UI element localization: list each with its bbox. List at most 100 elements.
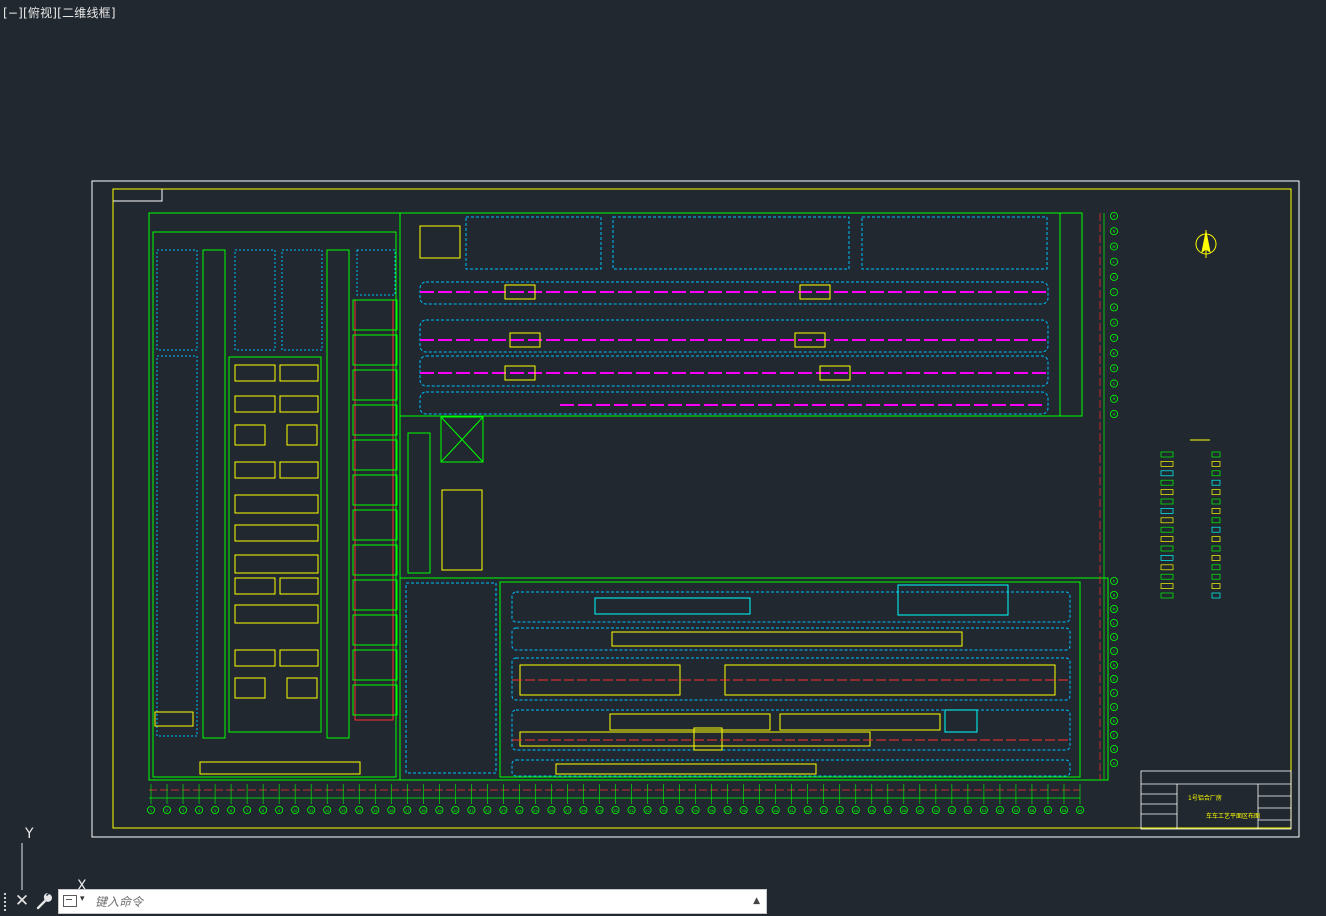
recent-commands-dropdown-icon[interactable]: ▾ [80,894,85,904]
frame-corner-tab [113,189,163,202]
axis-bubble-label: 32 [645,809,649,813]
axis-bubble-label: 42 [805,809,809,813]
legend-symbol [1211,564,1221,571]
title-block-drawing-name: 车车工艺平面区布图 [1206,812,1260,820]
axis-bubble-label: J [1112,649,1114,653]
legend-symbol [1160,517,1174,524]
axis-bubble-label: 45 [854,809,858,813]
axis-bubble-label: 53 [982,809,986,813]
axis-bubble-label: 55 [1014,809,1018,813]
axis-bubble-label: 24 [517,809,522,813]
command-input[interactable] [95,892,735,911]
top-hall-rooms [419,216,1049,415]
axis-bubble-label: 48 [902,809,906,813]
legend-symbol [1160,545,1174,552]
axis-bubble-label: 8 [262,809,264,813]
axis-bubble-label: 15 [373,809,377,813]
legend-symbol [1211,536,1221,542]
axis-bubble-label: K [1113,275,1116,279]
axis-bubble-label: J [1112,291,1114,295]
legend-symbol [1211,583,1221,589]
axis-bubble-label: 16 [389,809,393,813]
bottom-hall-equipment [519,631,1056,775]
left-hall-bays [352,299,484,716]
axis-bubble-label: 22 [485,809,489,813]
axis-bubble-label: H [1113,663,1116,667]
axis-bubble-label: F [1113,691,1115,695]
legend-symbol [1160,489,1174,495]
axis-bubble-label: N [1113,230,1116,234]
axis-bubble-label: 31 [629,809,633,813]
title-block-project: 1号铝合厂房 [1188,794,1222,802]
axis-bubble-label: 59 [1078,809,1082,813]
axis-bubble-label: 6 [230,809,232,813]
axis-bubble-label: L [1113,260,1115,264]
axis-bubble-label: 4 [198,809,201,813]
legend-symbol [1211,498,1221,505]
legend-symbol [1160,470,1174,477]
left-hall [148,212,431,781]
axis-bubble-label: B [1113,747,1116,751]
axis-bubble-label: 39 [757,809,761,813]
axis-bubble-label: 23 [501,809,505,813]
axis-bubble-label: 26 [549,809,553,813]
legend-symbol [1211,517,1221,524]
axis-grid [149,213,1101,791]
legend-symbol [1211,461,1221,467]
left-hall-cells [156,249,396,737]
axis-bubble-label: 50 [934,809,938,813]
axis-bubble-label: 3 [182,809,184,813]
axis-bubble-label: 51 [950,809,954,813]
legend-symbol [1160,555,1174,561]
axis-bubble-label: 40 [773,809,777,813]
legend-symbol [1160,573,1174,580]
close-command-line-button[interactable]: ✕ [12,890,32,912]
axis-bubble-label: F [1113,336,1115,340]
legend-symbol [1211,451,1221,458]
axis-bubbles-bottom: 1 2 3 4 5 6 7 8 9 10 11 12 13 14 15 16 17 18 19 20 21 22 23 24 2… [146,784,1085,815]
axis-bubble-label: 1 [150,809,152,813]
legend-symbol [1160,536,1174,542]
axis-bubble-label: 12 [325,809,329,813]
axis-bubble-label: K [1113,635,1116,639]
legend-symbol [1211,489,1221,495]
command-input-container: ▾ ▲ [58,889,767,914]
axis-bubble-label: 9 [278,809,280,813]
axis-bubble-label: 57 [1046,809,1050,813]
legend-symbol [1160,508,1174,514]
axis-bubble-label: N [1113,593,1116,597]
axis-bubble-label: L [1113,621,1115,625]
left-hall-equipment [154,364,483,775]
axis-bubble-label: C [1113,382,1116,386]
axis-bubble-label: 20 [453,809,457,813]
legend-symbol [1211,508,1221,514]
legend-symbol [1211,479,1221,486]
axis-bubble-label: A [1113,412,1116,416]
axis-bubble-label: 18 [421,809,425,813]
ucs-y-label: Y [24,826,34,842]
legend-symbol [1160,526,1174,533]
axis-bubble-label: 25 [533,809,537,813]
axis-bubble-label: A [1113,761,1116,765]
axis-bubble-label: 35 [693,809,697,813]
legend-symbol [1160,583,1174,589]
axis-bubble-label: 36 [709,809,713,813]
legend-symbol [1211,573,1221,580]
legend-symbol [1160,564,1174,571]
drawing-canvas[interactable]: 1 2 3 4 5 6 7 8 9 10 11 12 13 14 15 16 17 18 19 20 21 22 23 24 2… [0,0,1326,890]
axis-bubble-label: E [1113,705,1115,709]
axis-bubble-label: 37 [725,809,729,813]
axis-bubble-label: 14 [357,809,362,813]
command-prompt-icon[interactable] [63,895,77,907]
axis-bubble-label: 10 [293,809,297,813]
axis-bubble-label: 34 [677,809,682,813]
drag-handle-icon[interactable] [3,891,9,911]
top-hall-equipment [419,225,851,381]
customize-wrench-icon[interactable] [34,890,54,912]
axis-bubble-label: 33 [661,809,665,813]
axis-bubble-label: 44 [838,809,843,813]
legend-symbol [1160,479,1174,486]
command-history-up-icon[interactable]: ▲ [753,896,760,906]
axis-bubble-label: E [1113,351,1115,355]
axis-bubble-label: 29 [597,809,601,813]
